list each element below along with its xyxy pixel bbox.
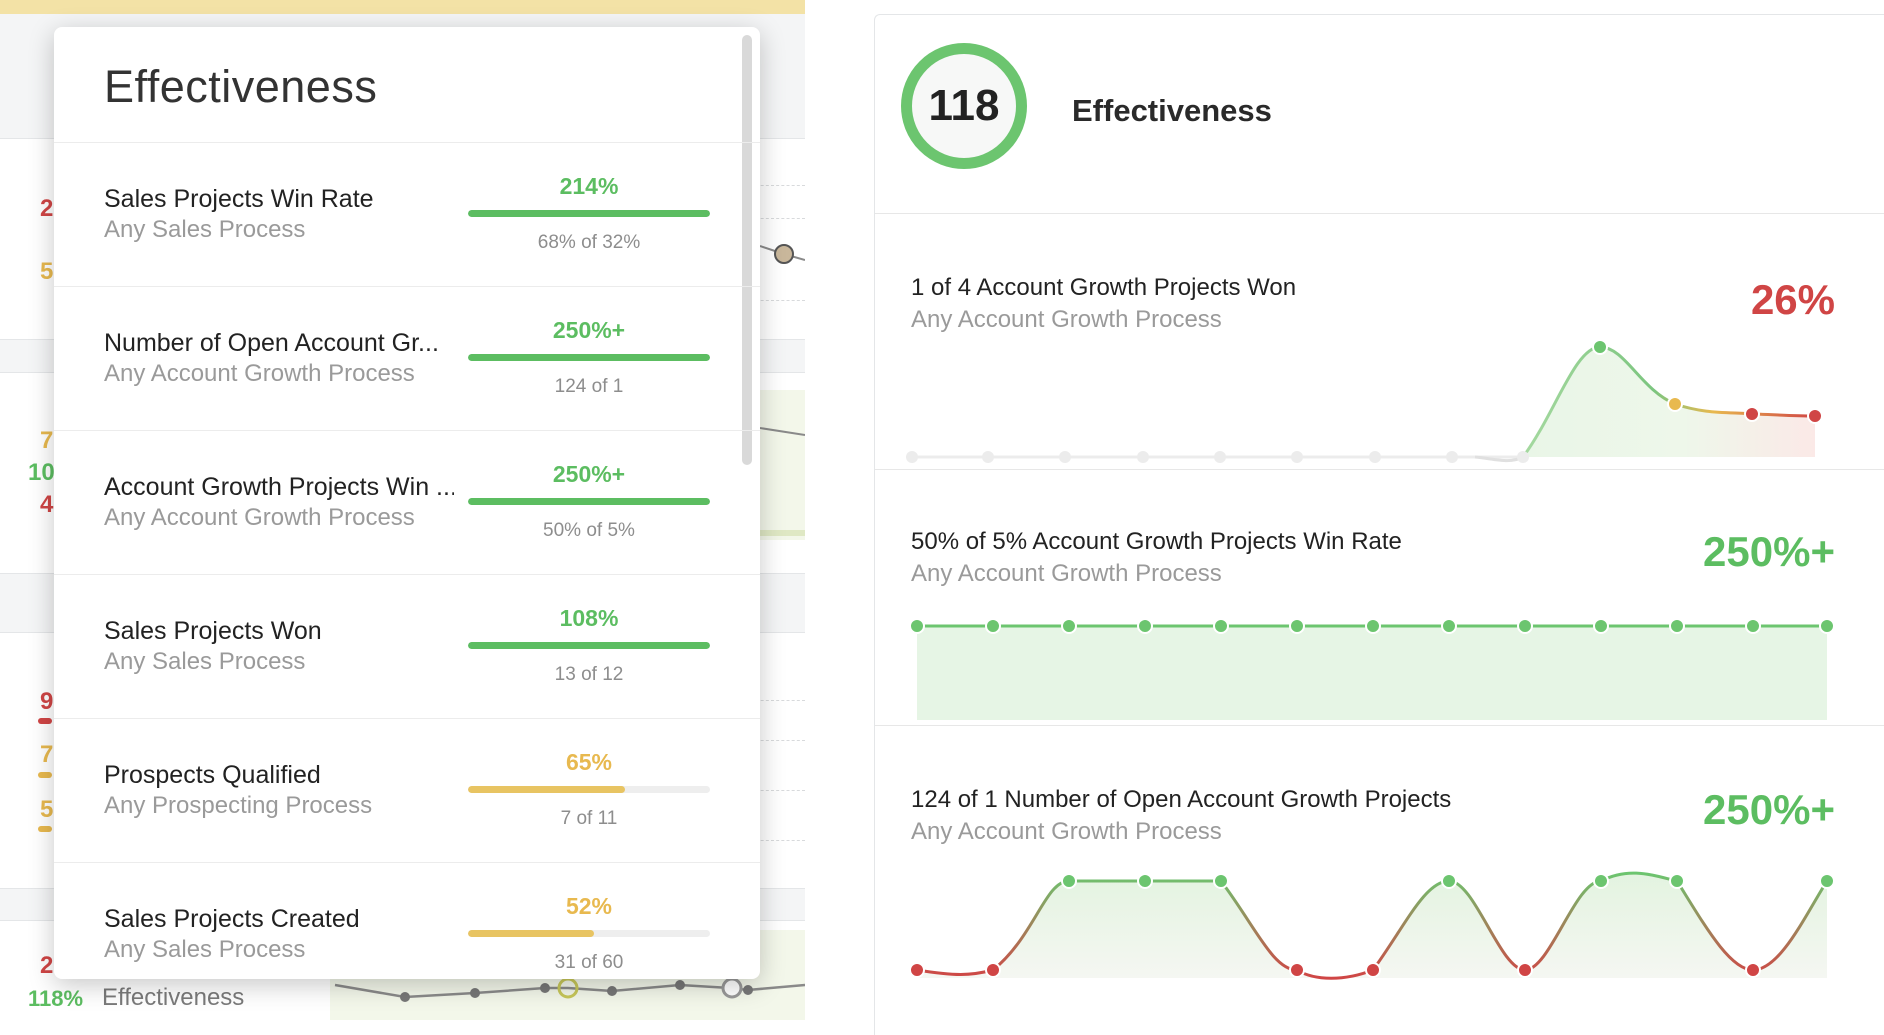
chart-point (1061, 873, 1077, 889)
chart-point (1137, 618, 1153, 634)
metric-detail: 68% of 32% (537, 232, 641, 253)
metric-percent: 52% (565, 893, 613, 919)
metric-name: Sales Projects Win Rate (104, 185, 374, 213)
chart-point (982, 451, 994, 463)
trend-chart (906, 339, 1823, 463)
metric-section[interactable]: 50% of 5% Account Growth Projects Win Ra… (875, 469, 1884, 726)
chart-point (985, 618, 1001, 634)
metric-name: Sales Projects Won (104, 617, 322, 645)
chart-point (1441, 873, 1457, 889)
metric-progress-bar (468, 354, 710, 361)
chart-point (1214, 451, 1226, 463)
metric-detail: 7 of 11 (560, 808, 618, 829)
chart-point (1593, 873, 1609, 889)
metric-process: Any Account Growth Process (104, 504, 415, 531)
trend-chart (909, 618, 1835, 720)
metric-section[interactable]: 1 of 4 Account Growth Projects Won Any A… (875, 213, 1884, 470)
chart-point (1669, 873, 1685, 889)
metric-process: Any Account Growth Process (104, 360, 415, 387)
metric-row[interactable]: Sales Projects Won Any Sales Process 108… (54, 574, 760, 719)
chart-point (1213, 873, 1229, 889)
chart-point (906, 451, 918, 463)
chart-point (1744, 406, 1760, 422)
chart-point (1289, 618, 1305, 634)
chart-point (1517, 962, 1533, 978)
chart-point (1819, 618, 1835, 634)
metric-name: Prospects Qualified (104, 761, 321, 789)
chart-point (1669, 618, 1685, 634)
metric-process: Any Sales Process (104, 648, 306, 675)
chart-point (1593, 618, 1609, 634)
metric-row[interactable]: Sales Projects Created Any Sales Process… (54, 862, 760, 979)
metric-row[interactable]: Sales Projects Win Rate Any Sales Proces… (54, 142, 760, 287)
chart-point (1137, 873, 1153, 889)
chart-point (909, 962, 925, 978)
chart-point (1137, 451, 1149, 463)
metric-process: Any Prospecting Process (104, 792, 373, 819)
metric-name: Sales Projects Created (104, 905, 360, 933)
metric-progress-bar (468, 498, 710, 505)
metric-process: Any Sales Process (104, 216, 306, 243)
metric-progress-bar (468, 210, 710, 217)
chart-point (1441, 618, 1457, 634)
metric-detail: 31 of 60 (554, 952, 624, 973)
popup-title: Effectiveness (104, 61, 378, 112)
chart-point (909, 618, 925, 634)
chart-point (1745, 962, 1761, 978)
chart-point (1807, 408, 1823, 424)
metric-detail: 13 of 12 (554, 664, 624, 685)
metric-percent: 108% (559, 605, 619, 631)
background-effectiveness-label: Effectiveness (102, 984, 245, 1011)
metric-percent: 214% (559, 173, 619, 199)
metric-row[interactable]: Account Growth Projects Win ... Any Acco… (54, 430, 760, 575)
metric-percent: 65% (565, 749, 613, 775)
effectiveness-popup: Effectiveness Sales Projects Win Rate An… (54, 27, 760, 979)
score-ring: 118 (901, 43, 1027, 169)
chart-point (1289, 962, 1305, 978)
avatar (774, 244, 794, 264)
chart-point (1059, 451, 1071, 463)
metric-progress-bar (468, 930, 710, 937)
metric-progress-bar (468, 642, 710, 649)
card-title: Effectiveness (1072, 93, 1272, 128)
chart-point (1365, 962, 1381, 978)
metric-percent: 250%+ (552, 317, 626, 343)
metric-progress-bar (468, 786, 710, 793)
chart-point (1517, 451, 1529, 463)
chart-point (1592, 339, 1608, 355)
metric-detail: 50% of 5% (543, 520, 635, 541)
chart-point (1369, 451, 1381, 463)
metric-section[interactable]: 124 of 1 Number of Open Account Growth P… (875, 725, 1884, 1026)
chart-point (1213, 618, 1229, 634)
background-effectiveness-percent: 118% (28, 986, 84, 1011)
metric-percent: 250%+ (552, 461, 626, 487)
chart-point (1745, 618, 1761, 634)
metric-row[interactable]: Number of Open Account Gr... Any Account… (54, 286, 760, 431)
metric-name: Number of Open Account Gr... (104, 329, 439, 357)
chart-point (1517, 618, 1533, 634)
chart-point (1446, 451, 1458, 463)
score-value: 118 (928, 81, 1000, 130)
metric-row[interactable]: Prospects Qualified Any Prospecting Proc… (54, 718, 760, 863)
chart-point (1667, 396, 1683, 412)
effectiveness-card: 118 Effectiveness 1 of 4 Account Growth … (874, 14, 1884, 1035)
metric-name: Account Growth Projects Win ... (104, 473, 454, 501)
metric-process: Any Sales Process (104, 936, 306, 963)
metric-detail: 124 of 1 (554, 376, 624, 397)
chart-point (1819, 873, 1835, 889)
chart-point (1365, 618, 1381, 634)
chart-point (1061, 618, 1077, 634)
chart-point (1291, 451, 1303, 463)
chart-point (985, 962, 1001, 978)
trend-chart (909, 871, 1835, 980)
